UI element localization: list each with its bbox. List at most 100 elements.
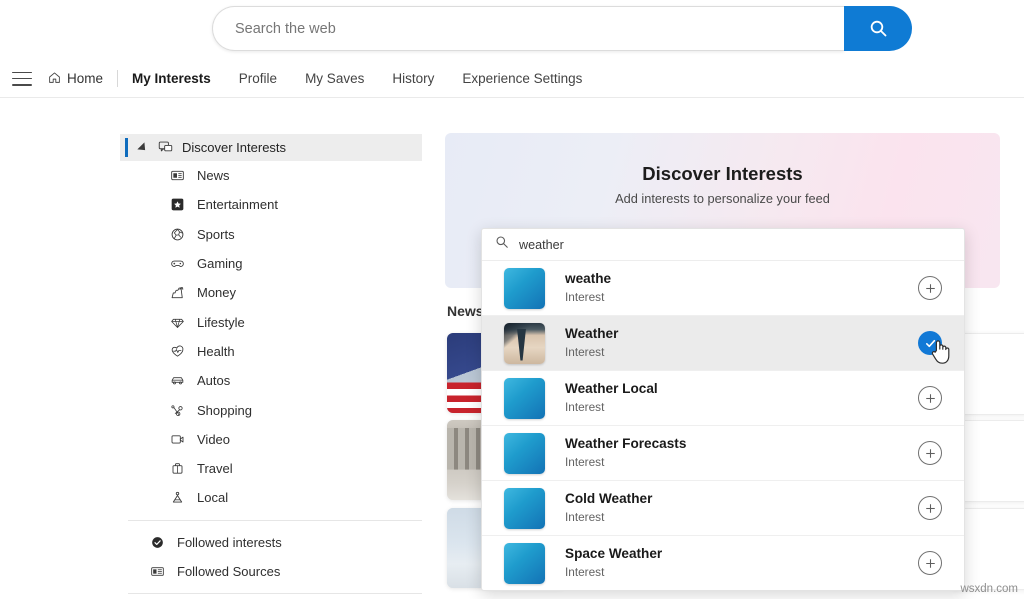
sidebar-item-travel[interactable]: Travel [120, 454, 422, 483]
active-accent-bar [125, 138, 128, 157]
sidebar-item-label: Shopping [197, 402, 252, 418]
location-pin-icon [168, 490, 186, 505]
page-subtitle: Add interests to personalize your feed [615, 191, 830, 206]
sidebar-item-followed-interests[interactable]: Followed interests [120, 528, 422, 557]
gamepad-icon [168, 256, 186, 271]
result-thumbnail [504, 487, 545, 529]
sidebar-item-label: Lifestyle [197, 314, 245, 330]
sports-ball-icon [168, 227, 186, 242]
sidebar-item-label: News [197, 168, 230, 184]
page-title: Discover Interests [642, 163, 803, 184]
nav-item-profile[interactable]: Profile [239, 71, 277, 86]
page-root: Search the web Home My Interests Profile… [0, 0, 1024, 599]
sidebar-item-money[interactable]: Money [120, 278, 422, 307]
car-icon [168, 373, 186, 388]
sidebar-header-label: Discover Interests [182, 140, 287, 155]
result-text: Space Weather Interest [565, 545, 918, 581]
nav-item-experience-settings[interactable]: Experience Settings [462, 71, 582, 86]
interest-search-input[interactable]: weather [482, 229, 964, 261]
sidebar-item-shopping[interactable]: Shopping [120, 395, 422, 424]
sidebar-item-local[interactable]: Local [120, 483, 422, 512]
chart-up-icon [168, 285, 186, 300]
sidebar-item-label: Followed Sources [177, 564, 281, 579]
search-result-row[interactable]: Cold Weather Interest [482, 481, 964, 536]
sidebar-item-followed-sources[interactable]: Followed Sources [120, 557, 422, 586]
search-result-row[interactable]: weathe Interest [482, 261, 964, 316]
sidebar-item-entertainment[interactable]: Entertainment [120, 190, 422, 219]
search-icon [869, 19, 888, 38]
sidebar-item-gaming[interactable]: Gaming [120, 249, 422, 278]
result-subtitle: Interest [565, 565, 605, 580]
main-navbar: Home My Interests Profile My Saves Histo… [0, 60, 1024, 98]
result-thumbnail [504, 432, 545, 474]
result-text: Weather Local Interest [565, 380, 918, 416]
news-icon [168, 168, 186, 183]
search-result-row-selected[interactable]: Weather Interest [482, 316, 964, 371]
sidebar-item-label: Autos [197, 373, 231, 389]
interest-search-dropdown: weather weathe Interest Weather Interest [481, 228, 965, 591]
result-title: Space Weather [565, 545, 663, 561]
result-subtitle: Interest [565, 510, 605, 525]
sidebar-item-lifestyle[interactable]: Lifestyle [120, 307, 422, 336]
result-subtitle: Interest [565, 345, 605, 360]
video-icon [168, 432, 186, 447]
nav-item-my-interests[interactable]: My Interests [132, 71, 211, 86]
check-circle-filled-icon [148, 535, 166, 550]
interest-added-button[interactable] [918, 331, 942, 355]
result-thumbnail [504, 377, 545, 419]
search-result-row[interactable]: Weather Local Interest [482, 371, 964, 426]
sidebar-divider [128, 519, 422, 521]
nav-item-home[interactable]: Home [48, 71, 103, 87]
sidebar-item-label: Sports [197, 226, 235, 242]
result-subtitle: Interest [565, 290, 605, 305]
star-icon [168, 197, 186, 212]
result-text: Weather Interest [565, 325, 918, 361]
nav-item-my-saves[interactable]: My Saves [305, 71, 364, 86]
sidebar-item-label: Followed interests [177, 534, 282, 550]
sidebar-item-label: Health [197, 343, 235, 359]
sidebar-item-label: Travel [197, 461, 233, 477]
add-interest-button[interactable] [918, 386, 942, 410]
web-search-button[interactable] [844, 6, 912, 51]
result-text: Weather Forecasts Interest [565, 435, 918, 471]
chevron-expanded-icon[interactable] [137, 141, 149, 154]
sidebar-item-news[interactable]: News [120, 161, 422, 190]
diamond-icon [168, 315, 186, 330]
sidebar-item-video[interactable]: Video [120, 425, 422, 454]
add-interest-button[interactable] [918, 496, 942, 520]
sidebar-item-sports[interactable]: Sports [120, 220, 422, 249]
sidebar-item-label: Local [197, 490, 229, 506]
interests-sidebar: Discover Interests News Entertainment Sp… [120, 134, 422, 599]
nav-home-label: Home [67, 71, 104, 86]
result-title: weathe [565, 270, 612, 286]
web-search-input[interactable]: Search the web [212, 6, 844, 51]
sidebar-item-label: Money [197, 285, 237, 301]
result-subtitle: Interest [565, 400, 605, 415]
search-result-row[interactable]: Weather Forecasts Interest [482, 426, 964, 481]
add-interest-button[interactable] [918, 551, 942, 575]
sidebar-item-label: Gaming [197, 256, 243, 272]
sidebar-item-autos[interactable]: Autos [120, 366, 422, 395]
result-text: weathe Interest [565, 270, 918, 306]
search-icon [495, 235, 509, 254]
result-title: Weather Forecasts [565, 435, 687, 451]
sidebar-header-discover-interests[interactable]: Discover Interests [120, 134, 422, 161]
add-interest-button[interactable] [918, 276, 942, 300]
result-title: Weather [565, 325, 619, 341]
shopping-icon [168, 403, 186, 418]
hamburger-icon[interactable] [12, 71, 32, 86]
result-thumbnail-tornado [504, 322, 545, 364]
section-label-news: News [447, 303, 484, 319]
suitcase-icon [168, 461, 186, 476]
nav-divider [117, 70, 119, 87]
sidebar-item-health[interactable]: Health [120, 337, 422, 366]
interest-search-value: weather [519, 237, 564, 252]
nav-item-history[interactable]: History [392, 71, 434, 86]
result-subtitle: Interest [565, 455, 605, 470]
heart-pulse-icon [168, 344, 186, 359]
search-result-row[interactable]: Space Weather Interest [482, 536, 964, 590]
sidebar-item-label: Video [197, 431, 231, 447]
add-interest-button[interactable] [918, 441, 942, 465]
result-thumbnail [504, 542, 545, 584]
discover-interests-icon [158, 140, 173, 155]
